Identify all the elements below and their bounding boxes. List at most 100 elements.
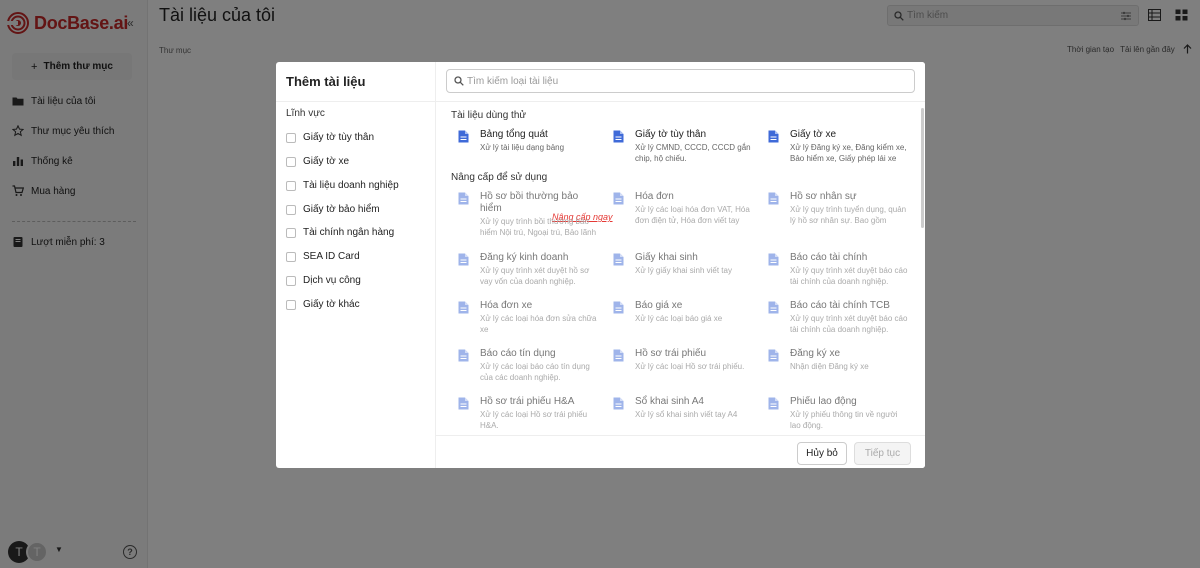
doc-type-description: Xử lý phiếu thông tin về người lao động. bbox=[790, 410, 898, 430]
checkbox[interactable] bbox=[286, 227, 296, 238]
category-label: Giấy tờ bảo hiểm bbox=[303, 204, 380, 215]
doc-type-title: Giấy khai sinh bbox=[635, 252, 698, 263]
document-icon bbox=[768, 192, 779, 205]
document-type-list[interactable]: Tài liệu dùng thử Bảng tổng quát Xử lý tà… bbox=[436, 102, 925, 436]
checkbox[interactable] bbox=[286, 204, 296, 215]
doc-type-locked[interactable]: Hồ sơ trái phiếu Xử lý các loại Hồ sơ trá… bbox=[613, 348, 753, 372]
doc-type-description: Xử lý giấy khai sinh viết tay bbox=[635, 266, 732, 275]
doc-type-description: Xử lý các loại báo giá xe bbox=[635, 314, 723, 323]
doc-type-title: Hồ sơ bồi thường bảo hiểm bbox=[480, 191, 579, 214]
doc-type-locked[interactable]: Báo cáo tài chính Xử lý quy trình xét duy… bbox=[768, 252, 908, 287]
document-icon bbox=[613, 192, 624, 205]
doc-type-description: Xử lý các loại Hồ sơ trái phiếu. bbox=[635, 362, 745, 371]
doc-type-description: Xử lý Đăng ký xe, Đăng kiểm xe, Bảo hiểm… bbox=[790, 143, 907, 163]
doc-type-title: Đăng ký xe bbox=[790, 348, 841, 359]
doc-type-title: Phiếu lao động bbox=[790, 396, 857, 407]
category-checkbox[interactable]: Giấy tờ bảo hiểm bbox=[286, 204, 380, 215]
doc-type-description: Xử lý tài liệu dạng bảng bbox=[480, 143, 565, 152]
continue-button[interactable]: Tiếp tục bbox=[854, 442, 911, 465]
upgrade-section-heading: Nâng cấp để sử dụng bbox=[451, 172, 548, 183]
doc-type-title: Hóa đơn bbox=[635, 191, 674, 202]
doc-type-description: Xử lý các loại Hồ sơ trái phiếu H&A. bbox=[480, 410, 588, 430]
document-type-search[interactable] bbox=[446, 69, 915, 93]
document-icon bbox=[458, 397, 469, 410]
doc-type-locked[interactable]: Hóa đơn xe Xử lý các loại hóa đơn sửa chữ… bbox=[458, 300, 598, 335]
doc-type-title: Sổ khai sinh A4 bbox=[635, 396, 704, 407]
category-checkbox[interactable]: Tài chính ngân hàng bbox=[286, 227, 394, 238]
document-icon bbox=[458, 301, 469, 314]
doc-type-locked[interactable]: Giấy khai sinh Xử lý giấy khai sinh viết … bbox=[613, 252, 753, 276]
doc-type-title: Giấy tờ tùy thân bbox=[635, 129, 707, 140]
category-checkbox[interactable]: Dịch vụ công bbox=[286, 275, 361, 286]
category-label: Giấy tờ khác bbox=[303, 299, 360, 310]
doc-type-description: Xử lý quy trình xét duyệt báo cáo tài ch… bbox=[790, 314, 908, 334]
category-label: SEA ID Card bbox=[303, 251, 360, 262]
doc-type-title: Báo giá xe bbox=[635, 300, 683, 311]
checkbox[interactable] bbox=[286, 132, 296, 143]
category-label: Tài chính ngân hàng bbox=[303, 227, 395, 238]
doc-type-locked[interactable]: Đăng ký kinh doanh Xử lý quy trình xét du… bbox=[458, 252, 598, 287]
doc-type-locked[interactable]: Hồ sơ bồi thường bảo hiểm Xử lý quy trình… bbox=[458, 191, 598, 238]
checkbox[interactable] bbox=[286, 275, 296, 286]
doc-type-description: Xử lý quy trình xét duyệt hồ sơ vay vốn … bbox=[480, 266, 590, 286]
doc-type-locked[interactable]: Sổ khai sinh A4 Xử lý sổ khai sinh viết t… bbox=[613, 396, 753, 420]
dialog-title: Thêm tài liệu bbox=[286, 74, 366, 89]
checkbox[interactable] bbox=[286, 299, 296, 310]
doc-type-title: Báo cáo tài chính bbox=[790, 252, 868, 263]
doc-type-locked[interactable]: Phiếu lao động Xử lý phiếu thông tin về n… bbox=[768, 396, 908, 431]
category-checkbox[interactable]: Giấy tờ xe bbox=[286, 156, 349, 167]
checkbox[interactable] bbox=[286, 251, 296, 262]
doc-type-locked[interactable]: Đăng ký xe Nhận diện Đăng ký xe bbox=[768, 348, 908, 372]
doc-type-locked[interactable]: Hồ sơ trái phiếu H&A Xử lý các loại Hồ sơ… bbox=[458, 396, 598, 431]
category-checkbox[interactable]: SEA ID Card bbox=[286, 251, 360, 262]
document-icon bbox=[613, 349, 624, 362]
category-checkbox[interactable]: Giấy tờ tùy thân bbox=[286, 132, 374, 143]
cancel-button[interactable]: Hủy bỏ bbox=[797, 442, 847, 465]
category-label: Dịch vụ công bbox=[303, 275, 361, 286]
document-icon bbox=[458, 192, 469, 205]
checkbox[interactable] bbox=[286, 180, 296, 191]
document-icon bbox=[458, 349, 469, 362]
doc-type-title: Hồ sơ nhân sự bbox=[790, 191, 857, 202]
doc-type-description: Xử lý quy trình bồi thường bảo hiểm Nội … bbox=[480, 217, 597, 237]
document-icon bbox=[768, 301, 779, 314]
doc-type-description: Xử lý quy trình xét duyệt báo cáo tài ch… bbox=[790, 266, 908, 286]
doc-type-description: Xử lý quy trình tuyển dụng, quản lý hồ s… bbox=[790, 205, 907, 225]
checkbox[interactable] bbox=[286, 156, 296, 167]
doc-type-description: Xử lý các loại hóa đơn sửa chữa xe bbox=[480, 314, 597, 334]
category-label: Giấy tờ tùy thân bbox=[303, 132, 375, 143]
doc-type-locked[interactable]: Báo cáo tài chính TCB Xử lý quy trình xét… bbox=[768, 300, 908, 335]
doc-type-description: Xử lý CMND, CCCD, CCCD gắn chip, hộ chiế… bbox=[635, 143, 751, 163]
document-icon bbox=[768, 397, 779, 410]
doc-type-description: Xử lý các loại hóa đơn VAT, Hóa đơn điện… bbox=[635, 205, 750, 225]
doc-type-title: Hóa đơn xe bbox=[480, 300, 533, 311]
doc-type-locked[interactable]: Báo giá xe Xử lý các loại báo giá xe bbox=[613, 300, 753, 324]
document-icon bbox=[768, 253, 779, 266]
document-icon bbox=[613, 397, 624, 410]
category-panel: Thêm tài liệu Lĩnh vực Giấy tờ tùy thân … bbox=[276, 62, 436, 468]
category-checkbox[interactable]: Giấy tờ khác bbox=[286, 299, 360, 310]
doc-type-title: Hồ sơ trái phiếu H&A bbox=[480, 396, 575, 407]
doc-type-trial[interactable]: Bảng tổng quát Xử lý tài liệu dạng bảng bbox=[458, 129, 598, 153]
doc-type-locked[interactable]: Báo cáo tín dụng Xử lý các loại báo cáo t… bbox=[458, 348, 598, 383]
document-icon bbox=[768, 130, 779, 143]
doc-type-description: Xử lý sổ khai sinh viết tay A4 bbox=[635, 410, 738, 419]
doc-type-title: Hồ sơ trái phiếu bbox=[635, 348, 707, 359]
add-document-dialog: Thêm tài liệu Lĩnh vực Giấy tờ tùy thân … bbox=[276, 62, 925, 468]
doc-type-title: Bảng tổng quát bbox=[480, 129, 548, 140]
doc-type-description: Xử lý các loại báo cáo tín dụng của các … bbox=[480, 362, 590, 382]
doc-type-title: Báo cáo tín dụng bbox=[480, 348, 556, 359]
document-icon bbox=[768, 349, 779, 362]
document-type-search-input[interactable] bbox=[467, 75, 887, 87]
category-checkbox[interactable]: Tài liệu doanh nghiệp bbox=[286, 180, 399, 191]
dialog-footer: Hủy bỏ Tiếp tục bbox=[436, 435, 925, 468]
category-label: Giấy tờ xe bbox=[303, 156, 350, 167]
doc-type-locked[interactable]: Hóa đơn Xử lý các loại hóa đơn VAT, Hóa đ… bbox=[613, 191, 753, 226]
category-heading: Lĩnh vực bbox=[286, 108, 325, 119]
scrollbar[interactable] bbox=[921, 108, 924, 228]
document-icon bbox=[458, 253, 469, 266]
doc-type-locked[interactable]: Hồ sơ nhân sự Xử lý quy trình tuyển dụng,… bbox=[768, 191, 908, 226]
doc-type-title: Đăng ký kinh doanh bbox=[480, 252, 569, 263]
doc-type-trial[interactable]: Giấy tờ xe Xử lý Đăng ký xe, Đăng kiểm xe… bbox=[768, 129, 908, 164]
doc-type-trial[interactable]: Giấy tờ tùy thân Xử lý CMND, CCCD, CCCD g… bbox=[613, 129, 753, 164]
